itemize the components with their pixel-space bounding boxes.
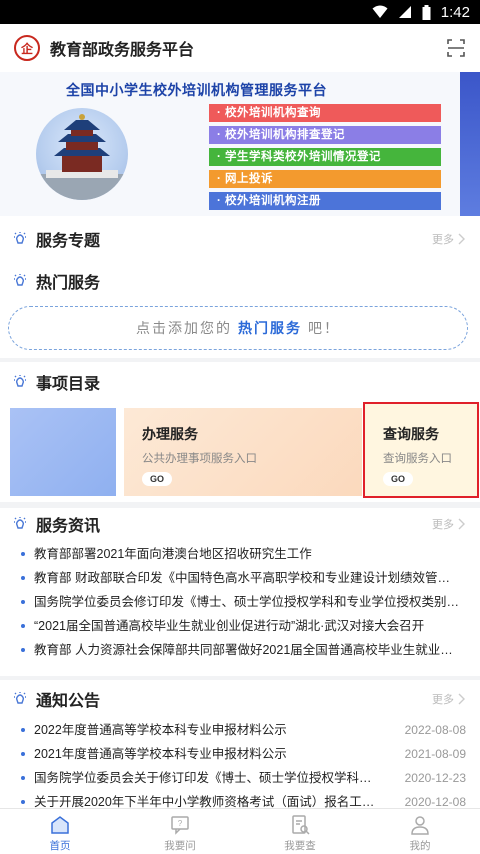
home-icon: [51, 816, 69, 834]
chevron-right-icon: [458, 518, 465, 530]
lightbulb-icon: [14, 274, 26, 286]
card-title: 办理服务: [142, 426, 198, 442]
lightbulb-icon: [14, 232, 26, 244]
app-header: 企 教育部政务服务平台: [0, 24, 480, 72]
tab-profile[interactable]: 我的: [360, 809, 480, 854]
section-title: 服务资讯: [36, 518, 101, 535]
notice-date: 2021-08-09: [404, 747, 466, 761]
news-item[interactable]: 教育部 人力资源社会保障部共同部署做好2021届全国普通高校毕业生就业创业工作: [0, 638, 480, 662]
card-title: 查询服务: [383, 426, 439, 442]
clock: 1:42: [440, 3, 470, 21]
tab-search[interactable]: 我要查: [240, 809, 360, 854]
scan-icon[interactable]: [444, 36, 468, 60]
hot-services-section: 热门服务 点击添加您的 热门服务 吧！: [0, 262, 480, 358]
more-link[interactable]: 更多: [432, 231, 466, 247]
document-search-icon: [292, 815, 310, 835]
temple-of-heaven-image: [36, 108, 128, 200]
bottom-tab-bar: 首页 ? 我要问 我要查 我的: [0, 808, 480, 854]
notice-item[interactable]: 国务院学位委员会关于修订印发《博士、硕士学位授权学科和专业学位授权类别动态调整办…: [0, 766, 480, 790]
battery-icon: [422, 4, 431, 20]
signal-icon: [398, 5, 412, 19]
handle-service-card[interactable]: 办理服务 公共办理事项服务入口 GO: [124, 408, 362, 496]
next-banner-slide: [460, 72, 480, 216]
ministry-logo: 企: [14, 35, 40, 61]
section-title: 事项目录: [36, 376, 101, 393]
notices-section: 通知公告 更多 2022年度普通高等学校本科专业申报材料公示 2022-08-0…: [0, 680, 480, 809]
section-title: 通知公告: [36, 693, 101, 710]
card-subtitle: 公共办理事项服务入口: [142, 453, 257, 465]
notice-title: 2021年度普通高等学校本科专业申报材料公示: [34, 747, 287, 761]
banner-menu-item-inspection[interactable]: · 校外培训机构排查登记: [209, 126, 441, 144]
add-hot-service-button[interactable]: 点击添加您的 热门服务 吧！: [8, 306, 468, 350]
more-link[interactable]: 更多: [432, 691, 466, 707]
chevron-right-icon: [458, 693, 465, 705]
lightbulb-icon: [14, 692, 26, 704]
section-title: 热门服务: [36, 275, 101, 292]
notice-item[interactable]: 2021年度普通高等学校本科专业申报材料公示 2021-08-09: [0, 742, 480, 766]
lightbulb-icon: [14, 517, 26, 529]
lightbulb-icon: [14, 375, 26, 387]
news-item[interactable]: 国务院学位委员会修订印发《博士、硕士学位授权学科和专业学位授权类别动态调整办法》: [0, 590, 480, 614]
banner-menu-item-complaint[interactable]: · 网上投诉: [209, 170, 441, 188]
news-section: 服务资讯 更多 教育部部署2021年面向港澳台地区招收研究生工作 教育部 财政部…: [0, 508, 480, 676]
tab-ask[interactable]: ? 我要问: [120, 809, 240, 854]
question-chat-icon: ?: [171, 816, 189, 835]
more-link[interactable]: 更多: [432, 516, 466, 532]
banner-menu-item-register[interactable]: · 校外培训机构注册: [209, 192, 441, 210]
go-button[interactable]: GO: [142, 472, 172, 486]
card-subtitle: 查询服务入口: [383, 453, 452, 465]
service-topics-section: 服务专题 更多: [0, 216, 480, 262]
catalog-cards: 办理服务 公共办理事项服务入口 GO 查询服务 查询服务入口 GO: [0, 402, 480, 502]
query-service-card[interactable]: 查询服务 查询服务入口 GO: [363, 402, 479, 498]
hot-prompt-text: 点击添加您的: [136, 320, 232, 336]
hot-prompt-highlight: 热门服务: [238, 320, 302, 336]
notice-title: 2022年度普通高等学校本科专业申报材料公示: [34, 723, 287, 737]
tab-home[interactable]: 首页: [0, 809, 120, 854]
catalog-card-partial[interactable]: [10, 408, 116, 496]
chevron-right-icon: [458, 233, 465, 245]
wifi-icon: [372, 5, 388, 19]
banner-menu-item-student-registration[interactable]: · 学生学科类校外培训情况登记: [209, 148, 441, 166]
go-button[interactable]: GO: [383, 472, 413, 486]
svg-text:?: ?: [178, 819, 183, 828]
news-item[interactable]: “2021届全国普通高校毕业生就业创业促进行动”湖北·武汉对接大会召开: [0, 614, 480, 638]
status-bar: 1:42: [0, 0, 480, 24]
notice-title: 国务院学位委员会关于修订印发《博士、硕士学位授权学科和专业学位授权类别动态调整办…: [34, 771, 382, 785]
news-item[interactable]: 教育部 财政部联合印发《中国特色高水平高职学校和专业建设计划绩效管理暂行办法》: [0, 566, 480, 590]
banner-menu-item-query[interactable]: · 校外培训机构查询: [209, 104, 441, 122]
user-icon: [411, 816, 429, 835]
news-item[interactable]: 教育部部署2021年面向港澳台地区招收研究生工作: [0, 542, 480, 566]
page-title: 教育部政务服务平台: [50, 42, 195, 59]
section-title: 服务专题: [36, 233, 101, 250]
hot-prompt-tail: 吧！: [308, 320, 340, 336]
notice-date: 2022-08-08: [404, 723, 466, 737]
banner-carousel[interactable]: 全国中小学生校外培训机构管理服务平台 · 校外培训机构查询 · 校外培训机构排查…: [0, 72, 480, 216]
banner-headline: 全国中小学生校外培训机构管理服务平台: [66, 82, 327, 98]
notice-date: 2020-12-23: [404, 771, 466, 785]
banner-menu: · 校外培训机构查询 · 校外培训机构排查登记 · 学生学科类校外培训情况登记 …: [209, 104, 441, 214]
notice-item[interactable]: 2022年度普通高等学校本科专业申报材料公示 2022-08-08: [0, 718, 480, 742]
